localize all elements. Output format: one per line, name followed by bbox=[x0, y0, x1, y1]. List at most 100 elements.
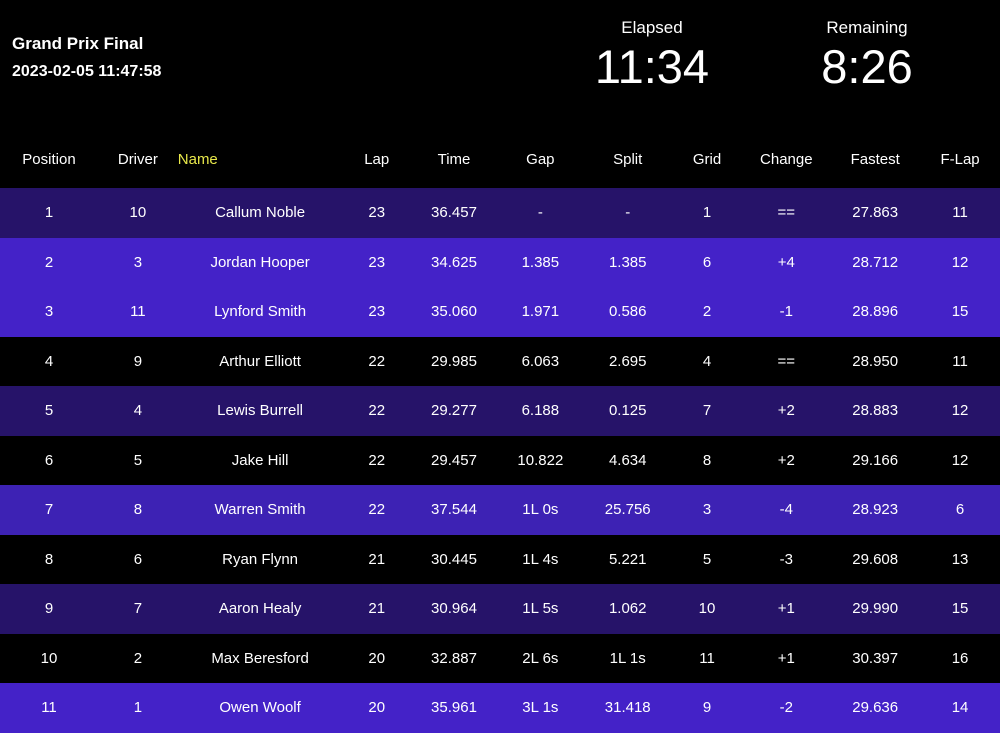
cell-driver: 5 bbox=[133, 451, 143, 469]
cell-position: 2 bbox=[44, 253, 54, 271]
cell-fastest: 29.990 bbox=[852, 600, 899, 618]
cell-position: 11 bbox=[41, 699, 57, 717]
cell-gap: 1.385 bbox=[521, 253, 560, 271]
column-header-position[interactable]: Position bbox=[0, 130, 98, 188]
cell-flap: 6 bbox=[955, 501, 965, 519]
table-row[interactable]: 7 8 Warren Smith 22 37.544 1L 0s 25.756 3 -4 28.9… bbox=[0, 485, 1000, 535]
cell-change: +1 bbox=[777, 600, 795, 618]
table-row[interactable]: 5 4 Lewis Burrell 22 29.277 6.188 0.125 7 +2 28.8… bbox=[0, 386, 1000, 436]
cell-fastest: 28.896 bbox=[852, 303, 899, 321]
cell-time: 30.964 bbox=[431, 600, 477, 618]
cell-fastest: 29.166 bbox=[852, 451, 899, 469]
cell-flap: 11 bbox=[952, 352, 968, 370]
cell-lap: 22 bbox=[368, 501, 386, 519]
table-row[interactable]: 8 6 Ryan Flynn 21 30.445 1L 4s 5.221 5 -3 29.608 1… bbox=[0, 534, 1000, 584]
cell-lap: 23 bbox=[368, 303, 386, 321]
cell-position: 4 bbox=[44, 352, 54, 370]
cell-driver: 11 bbox=[130, 303, 146, 321]
column-header-gap[interactable]: Gap bbox=[496, 130, 584, 188]
cell-driver: 10 bbox=[129, 204, 147, 222]
cell-position: 1 bbox=[44, 204, 54, 222]
cell-flap: 13 bbox=[951, 550, 969, 568]
event-info: Grand Prix Final 2023-02-05 11:47:58 bbox=[12, 33, 161, 83]
cell-time: 35.961 bbox=[431, 699, 477, 717]
elapsed-clock: Elapsed 11:34 bbox=[542, 18, 762, 94]
cell-grid: 11 bbox=[699, 649, 715, 667]
cell-split: - bbox=[625, 204, 631, 222]
cell-time: 37.544 bbox=[431, 501, 477, 519]
remaining-value: 8:26 bbox=[821, 40, 913, 94]
table-row[interactable]: 4 9 Arthur Elliott 22 29.985 6.063 2.695 4 == 28.… bbox=[0, 336, 1000, 386]
cell-grid: 7 bbox=[702, 402, 712, 420]
cell-grid: 4 bbox=[702, 352, 712, 370]
cell-time: 30.445 bbox=[431, 550, 477, 568]
cell-gap: 2L 6s bbox=[522, 649, 559, 667]
cell-driver: 1 bbox=[133, 699, 143, 717]
cell-fastest: 30.397 bbox=[852, 649, 899, 667]
column-header-name[interactable]: Name bbox=[177, 130, 343, 188]
cell-fastest: 29.636 bbox=[852, 699, 899, 717]
cell-flap: 12 bbox=[951, 253, 969, 271]
cell-time: 29.457 bbox=[431, 451, 477, 469]
column-header-time[interactable]: Time bbox=[411, 130, 497, 188]
cell-name: Jake Hill bbox=[231, 451, 289, 469]
cell-flap: 14 bbox=[951, 699, 969, 717]
race-timing-board: Grand Prix Final 2023-02-05 11:47:58 Ela… bbox=[0, 0, 1000, 733]
table-row[interactable]: 6 5 Jake Hill 22 29.457 10.822 4.634 8 +2 29.166 1… bbox=[0, 435, 1000, 485]
cell-gap: 10.822 bbox=[517, 451, 564, 469]
cell-change: -3 bbox=[779, 550, 793, 568]
cell-lap: 22 bbox=[368, 451, 386, 469]
cell-flap: 12 bbox=[951, 402, 969, 420]
table-row[interactable]: 11 1 Owen Woolf 20 35.961 3L 1s 31.418 9 -2 29.63… bbox=[0, 683, 1000, 733]
table-row[interactable]: 10 2 Max Beresford 20 32.887 2L 6s 1L 1s 11 +1 30… bbox=[0, 633, 1000, 683]
standings-body: 1 10 Callum Noble 23 36.457- -1 == 27.863 11 2 3 Jo… bbox=[0, 188, 1000, 733]
table-row[interactable]: 9 7 Aaron Healy 21 30.964 1L 5s 1.062 10 +1 29.99… bbox=[0, 584, 1000, 634]
column-header-lap[interactable]: Lap bbox=[342, 130, 412, 188]
cell-split: 31.418 bbox=[604, 699, 651, 717]
cell-split: 1L 1s bbox=[609, 649, 646, 667]
table-row[interactable]: 3 11 Lynford Smith 23 35.060 1.971 0.586 2 -1 28.… bbox=[0, 287, 1000, 337]
cell-time: 29.277 bbox=[431, 402, 477, 420]
cell-fastest: 28.923 bbox=[852, 501, 899, 519]
cell-lap: 22 bbox=[368, 352, 386, 370]
cell-fastest: 29.608 bbox=[852, 550, 899, 568]
table-row[interactable]: 1 10 Callum Noble 23 36.457 - - 1 == 27.863 11 bbox=[0, 188, 1000, 238]
cell-gap: 1L 5s bbox=[522, 600, 559, 618]
column-header-fastest[interactable]: Fastest bbox=[830, 130, 921, 188]
table-row[interactable]: 2 3 Jordan Hooper 23 34.625 1.385 1.385 6 +4 28.7… bbox=[0, 237, 1000, 287]
column-header-flap[interactable]: F-Lap bbox=[920, 130, 1000, 188]
cell-gap: 1L 4s bbox=[522, 550, 559, 568]
cell-position: 6 bbox=[44, 451, 54, 469]
cell-driver: 8 bbox=[133, 501, 143, 519]
cell-flap: 15 bbox=[951, 600, 969, 618]
event-datetime: 2023-02-05 11:47:58 bbox=[12, 62, 162, 80]
cell-driver: 2 bbox=[133, 649, 143, 667]
table-header-row: Position Driver Name Lap Time Gap Split … bbox=[0, 130, 1000, 188]
event-title: Grand Prix Final bbox=[12, 34, 144, 53]
cell-position: 8 bbox=[44, 550, 54, 568]
cell-name: Warren Smith bbox=[214, 501, 306, 519]
column-header-driver[interactable]: Driver bbox=[97, 130, 178, 188]
cell-change: -4 bbox=[779, 501, 793, 519]
cell-driver: 6 bbox=[133, 550, 143, 568]
cell-fastest: 28.883 bbox=[852, 402, 899, 420]
column-header-change[interactable]: Change bbox=[742, 130, 831, 188]
cell-change: +2 bbox=[777, 451, 795, 469]
cell-position: 5 bbox=[44, 402, 54, 420]
column-header-split[interactable]: Split bbox=[583, 130, 672, 188]
cell-time: 34.625 bbox=[431, 253, 477, 271]
cell-split: 5.221 bbox=[608, 550, 647, 568]
cell-name: Lewis Burrell bbox=[217, 402, 304, 420]
cell-name: Max Beresford bbox=[211, 649, 309, 667]
cell-split: 25.756 bbox=[604, 501, 651, 519]
cell-change: == bbox=[777, 352, 796, 370]
cell-lap: 22 bbox=[368, 402, 386, 420]
cell-position: 10 bbox=[40, 649, 58, 667]
cell-gap: 6.063 bbox=[521, 352, 560, 370]
cell-split: 4.634 bbox=[608, 451, 647, 469]
cell-time: 32.887 bbox=[431, 649, 477, 667]
cell-change: == bbox=[777, 204, 796, 222]
column-header-grid[interactable]: Grid bbox=[671, 130, 743, 188]
elapsed-value: 11:34 bbox=[594, 40, 710, 94]
cell-grid: 3 bbox=[702, 501, 712, 519]
